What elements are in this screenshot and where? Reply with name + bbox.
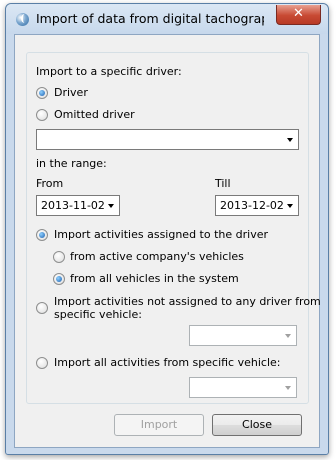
from-label: From: [36, 177, 64, 190]
window-title: Import of data from digital tachograph t…: [36, 11, 264, 26]
all-vehicles-label[interactable]: from all vehicles in the system: [70, 272, 239, 285]
till-label: Till: [215, 177, 231, 190]
close-button[interactable]: Close: [212, 414, 302, 436]
section-label: Import to a specific driver:: [36, 65, 182, 78]
omitted-driver-radio[interactable]: [36, 109, 48, 121]
all-activities-label[interactable]: Import all activities from specific vehi…: [54, 356, 280, 369]
chevron-down-icon: [285, 386, 291, 390]
till-date-picker[interactable]: 2013-12-02: [215, 195, 299, 216]
import-options-group: Import to a specific driver: Driver Omit…: [26, 52, 321, 404]
driver-radio[interactable]: [36, 87, 48, 99]
title-bar: Import of data from digital tachograph t…: [6, 4, 328, 34]
not-assigned-label-line1[interactable]: Import activities not assigned to any dr…: [54, 295, 321, 308]
chevron-down-icon: [287, 204, 293, 208]
vehicle-select-all-activities[interactable]: [189, 377, 297, 398]
not-assigned-label-line2[interactable]: specific vehicle:: [54, 308, 142, 321]
driver-select[interactable]: [36, 129, 299, 150]
till-date-value: 2013-12-02: [220, 199, 284, 212]
all-activities-radio[interactable]: [36, 357, 48, 369]
active-company-label[interactable]: from active company's vehicles: [70, 250, 244, 263]
dialog-body: Import to a specific driver: Driver Omit…: [14, 34, 321, 448]
driver-radio-label[interactable]: Driver: [54, 86, 88, 99]
assigned-activities-label[interactable]: Import activities assigned to the driver: [54, 228, 268, 241]
vehicle-select-not-assigned[interactable]: [189, 325, 297, 346]
all-vehicles-radio[interactable]: [53, 273, 65, 285]
active-company-radio[interactable]: [53, 251, 65, 263]
range-label: in the range:: [36, 157, 107, 170]
chevron-down-icon: [285, 334, 291, 338]
assigned-activities-radio[interactable]: [36, 229, 48, 241]
chevron-down-icon: [287, 138, 293, 142]
dialog-window: Import of data from digital tachograph t…: [5, 3, 329, 455]
close-icon[interactable]: ✕: [276, 5, 321, 25]
app-icon: [16, 13, 29, 26]
omitted-driver-radio-label[interactable]: Omitted driver: [54, 108, 135, 121]
chevron-down-icon: [108, 204, 114, 208]
import-button[interactable]: Import: [114, 414, 204, 436]
from-date-picker[interactable]: 2013-11-02: [36, 195, 120, 216]
from-date-value: 2013-11-02: [41, 199, 105, 212]
not-assigned-radio[interactable]: [36, 302, 48, 314]
